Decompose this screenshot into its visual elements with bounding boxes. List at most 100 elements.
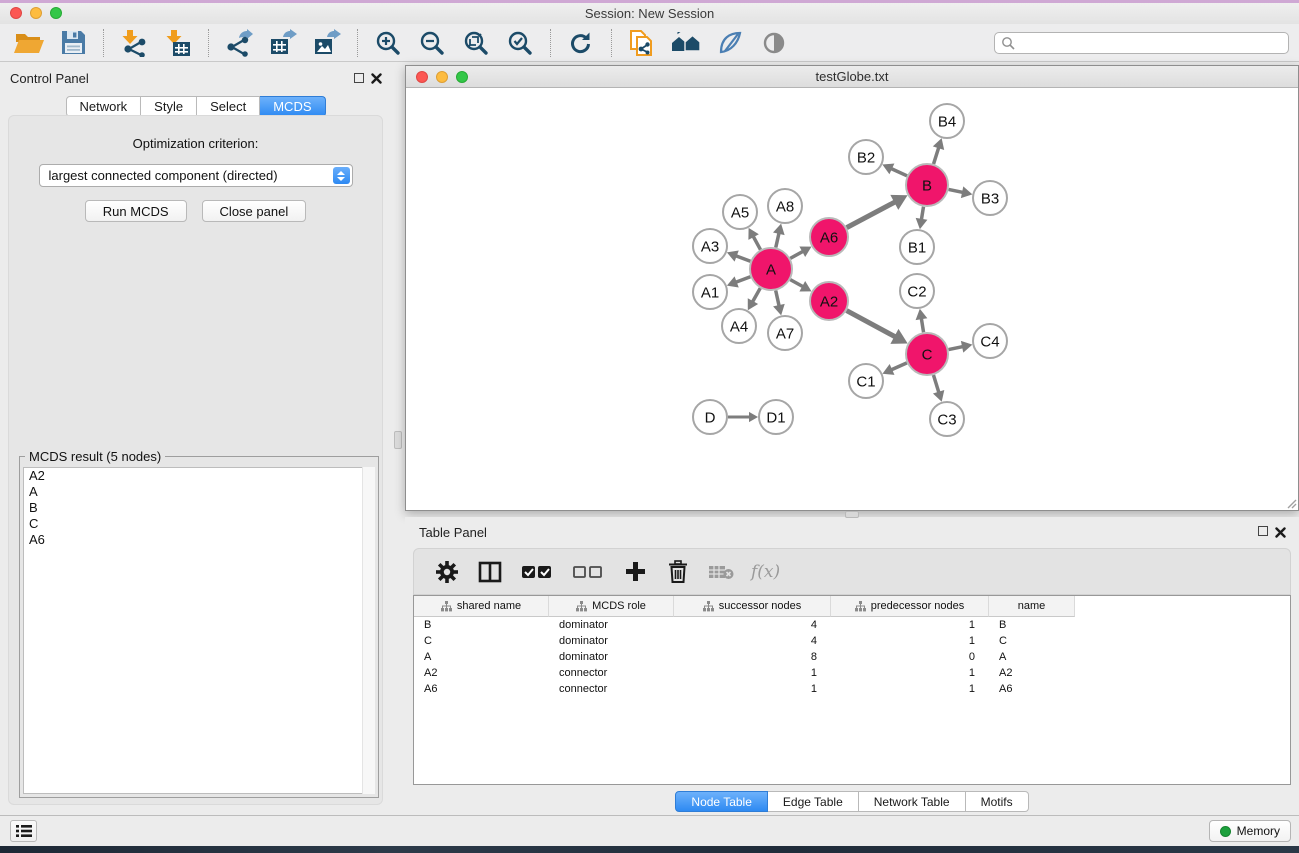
tab-node-table[interactable]: Node Table	[675, 791, 768, 812]
column-header-name[interactable]: name	[989, 596, 1075, 617]
network-canvas[interactable]: ABCA6A2A1A3A4A5A7A8B1B2B3B4C1C2C3C4DD1	[406, 88, 1298, 510]
edge-A2-C[interactable]	[847, 311, 896, 337]
network-from-file-icon[interactable]	[627, 28, 657, 58]
edge-B-B4[interactable]	[934, 147, 939, 164]
network-graph[interactable]: ABCA6A2A1A3A4A5A7A8B1B2B3B4C1C2C3C4DD1	[406, 88, 1298, 510]
table-row[interactable]: Cdominator41C	[414, 633, 1290, 649]
zoom-in-icon[interactable]	[373, 28, 403, 58]
gear-icon[interactable]	[434, 559, 460, 585]
edge-A-A8[interactable]	[776, 233, 779, 248]
save-session-icon[interactable]	[58, 28, 88, 58]
function-builder-icon[interactable]: f(x)	[751, 562, 780, 582]
edge-A-A2[interactable]	[790, 280, 803, 287]
home-icon[interactable]	[671, 28, 701, 58]
horizontal-splitter-grip[interactable]	[845, 511, 859, 518]
optimization-select[interactable]: largest connected component (directed)	[39, 164, 353, 187]
mcds-result-list[interactable]: A2ABCA6	[23, 467, 375, 794]
node-label-C3: C3	[937, 411, 956, 428]
control-panel-tabs: NetworkStyleSelectMCDS	[65, 96, 325, 117]
zoom-fit-icon[interactable]	[461, 28, 491, 58]
column-header-MCDS-role[interactable]: MCDS role	[549, 596, 674, 617]
mcds-result-item[interactable]: C	[24, 516, 374, 532]
table-cell: A	[989, 651, 1075, 663]
result-list-scrollbar[interactable]	[362, 467, 375, 794]
node-label-B2: B2	[857, 149, 875, 166]
edge-A-A6[interactable]	[790, 251, 803, 258]
split-columns-icon[interactable]	[477, 559, 503, 585]
zoom-selected-icon[interactable]	[505, 28, 535, 58]
mcds-result-item[interactable]: A	[24, 484, 374, 500]
node-label-B3: B3	[981, 190, 999, 207]
mcds-result-item[interactable]: A2	[24, 468, 374, 484]
tab-select[interactable]: Select	[197, 96, 260, 117]
panel-splitter[interactable]	[391, 62, 405, 815]
table-row[interactable]: Bdominator41B	[414, 617, 1290, 633]
select-all-icon[interactable]	[520, 559, 554, 585]
tab-network-table[interactable]: Network Table	[859, 791, 966, 812]
select-stepper-icon	[333, 167, 350, 184]
mcds-result-item[interactable]: A6	[24, 532, 374, 548]
table-tabs: Node TableEdge TableNetwork TableMotifs	[405, 791, 1299, 812]
float-panel-button[interactable]	[354, 73, 364, 83]
mcds-result-item[interactable]: B	[24, 500, 374, 516]
export-table-icon[interactable]	[268, 28, 298, 58]
edge-C-C3[interactable]	[933, 375, 938, 393]
run-mcds-button[interactable]: Run MCDS	[85, 200, 187, 222]
table-float-button[interactable]	[1258, 526, 1268, 536]
open-session-icon[interactable]	[14, 28, 44, 58]
search-input[interactable]	[1019, 34, 1288, 52]
table-row[interactable]: A6connector11A6	[414, 681, 1290, 697]
refresh-icon[interactable]	[566, 28, 596, 58]
desktop-background	[0, 846, 1299, 853]
deselect-all-icon[interactable]	[571, 559, 605, 585]
import-network-icon[interactable]	[119, 28, 149, 58]
memory-button[interactable]: Memory	[1209, 820, 1291, 842]
export-image-icon[interactable]	[312, 28, 342, 58]
edge-A-A5[interactable]	[753, 236, 760, 250]
node-label-D: D	[705, 409, 716, 426]
column-header-shared-name[interactable]: shared name	[414, 596, 549, 617]
control-panel: Control Panel NetworkStyleSelectMCDS Opt…	[0, 62, 391, 815]
column-header-successor-nodes[interactable]: successor nodes	[674, 596, 831, 617]
column-header-predecessor-nodes[interactable]: predecessor nodes	[831, 596, 989, 617]
table-cell: 4	[674, 635, 831, 647]
tab-mcds[interactable]: MCDS	[260, 96, 325, 117]
hide-unselected-icon[interactable]	[715, 28, 745, 58]
close-panel-button-mcds[interactable]: Close panel	[202, 200, 307, 222]
edge-B-B1[interactable]	[921, 207, 923, 220]
edge-A6-B[interactable]	[847, 202, 896, 228]
show-all-icon[interactable]	[759, 28, 789, 58]
tab-network[interactable]: Network	[65, 96, 141, 117]
export-network-icon[interactable]	[224, 28, 254, 58]
edge-B-B2[interactable]	[891, 168, 907, 175]
edge-A-A7[interactable]	[776, 290, 779, 306]
task-history-button[interactable]	[10, 820, 37, 842]
close-panel-button[interactable]	[371, 71, 382, 89]
delete-table-icon[interactable]	[708, 559, 734, 585]
edge-A-A4[interactable]	[752, 288, 760, 302]
edge-C-C1[interactable]	[891, 363, 907, 370]
table-panel: Table Panel	[405, 517, 1299, 815]
import-table-icon[interactable]	[163, 28, 193, 58]
delete-column-icon[interactable]	[665, 559, 691, 585]
table-cell: 4	[674, 619, 831, 631]
edge-A-A3[interactable]	[736, 256, 751, 262]
edge-A-A1[interactable]	[736, 277, 751, 283]
table-row[interactable]: Adominator80A	[414, 649, 1290, 665]
status-bar: Memory	[0, 815, 1299, 846]
resize-handle-icon[interactable]	[1286, 498, 1297, 509]
edge-C-C2[interactable]	[921, 318, 923, 332]
add-column-icon[interactable]	[622, 559, 648, 585]
search-field[interactable]	[994, 32, 1289, 54]
edge-B-B3[interactable]	[949, 189, 964, 192]
tab-style[interactable]: Style	[141, 96, 197, 117]
tab-motifs[interactable]: Motifs	[966, 791, 1029, 812]
node-label-D1: D1	[766, 409, 785, 426]
table-close-button[interactable]	[1275, 525, 1286, 543]
tab-edge-table[interactable]: Edge Table	[768, 791, 859, 812]
splitter-grip[interactable]	[394, 431, 402, 449]
table-row[interactable]: A2connector11A2	[414, 665, 1290, 681]
edge-C-C4[interactable]	[949, 347, 964, 350]
table-cell: C	[989, 635, 1075, 647]
zoom-out-icon[interactable]	[417, 28, 447, 58]
